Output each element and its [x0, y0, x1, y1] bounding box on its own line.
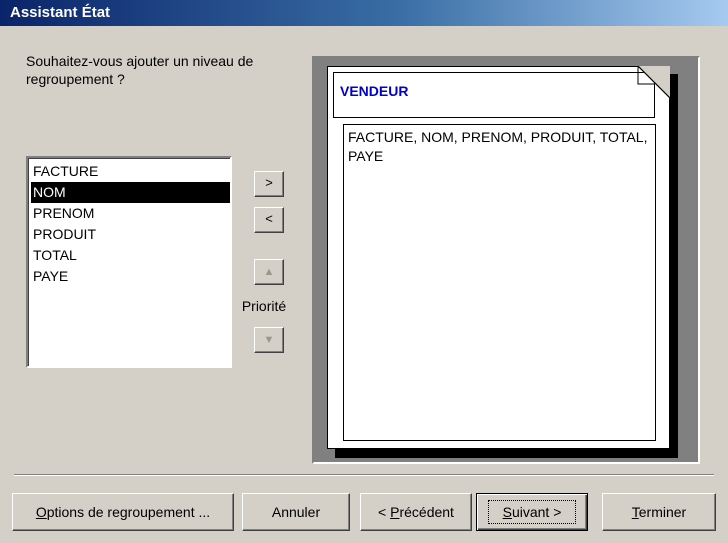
add-grouping-button[interactable]: >: [254, 171, 284, 197]
list-item-produit[interactable]: PRODUIT: [31, 224, 230, 245]
add-grouping-label: >: [265, 175, 273, 190]
grouping-options-button[interactable]: Options de regroupement ...: [12, 493, 234, 531]
list-item-paye[interactable]: PAYE: [31, 266, 230, 287]
next-button[interactable]: Suivant >: [476, 493, 588, 531]
list-item-prenom[interactable]: PRENOM: [31, 203, 230, 224]
group-header-box: VENDEUR: [333, 72, 655, 118]
arrow-down-icon: ▼: [263, 334, 275, 346]
next-label: Suivant >: [487, 500, 577, 524]
arrow-up-icon: ▲: [263, 266, 275, 278]
detail-fields-text: FACTURE, NOM, PRENOM, PRODUIT, TOTAL, PA…: [348, 129, 648, 164]
window-title-bar: Assistant État: [0, 0, 728, 26]
window-title: Assistant État: [10, 4, 111, 21]
detail-fields-box: FACTURE, NOM, PRENOM, PRODUIT, TOTAL, PA…: [343, 124, 656, 441]
list-item-facture[interactable]: FACTURE: [31, 161, 230, 182]
separator-line: [14, 474, 714, 476]
question-text: Souhaitez-vous ajouter un niveau de regr…: [26, 53, 254, 87]
remove-grouping-label: <: [265, 211, 273, 226]
finish-label: Terminer: [631, 504, 687, 520]
group-header-label: VENDEUR: [340, 83, 409, 99]
previous-button[interactable]: < Précédent: [360, 493, 472, 531]
page-fold-icon: [637, 66, 671, 101]
previous-label: < Précédent: [378, 504, 454, 520]
priority-down-button[interactable]: ▼: [254, 327, 284, 353]
cancel-button[interactable]: Annuler: [242, 493, 350, 531]
list-item-total[interactable]: TOTAL: [31, 245, 230, 266]
remove-grouping-button[interactable]: <: [254, 207, 284, 233]
finish-button[interactable]: Terminer: [602, 493, 716, 531]
priority-label: Priorité: [241, 298, 287, 314]
cancel-label: Annuler: [271, 504, 321, 520]
list-item-nom[interactable]: NOM: [31, 182, 230, 203]
priority-up-button[interactable]: ▲: [254, 259, 284, 285]
field-listbox[interactable]: FACTURE NOM PRENOM PRODUIT TOTAL PAYE: [26, 156, 232, 368]
grouping-options-label: Options de regroupement ...: [35, 504, 211, 520]
